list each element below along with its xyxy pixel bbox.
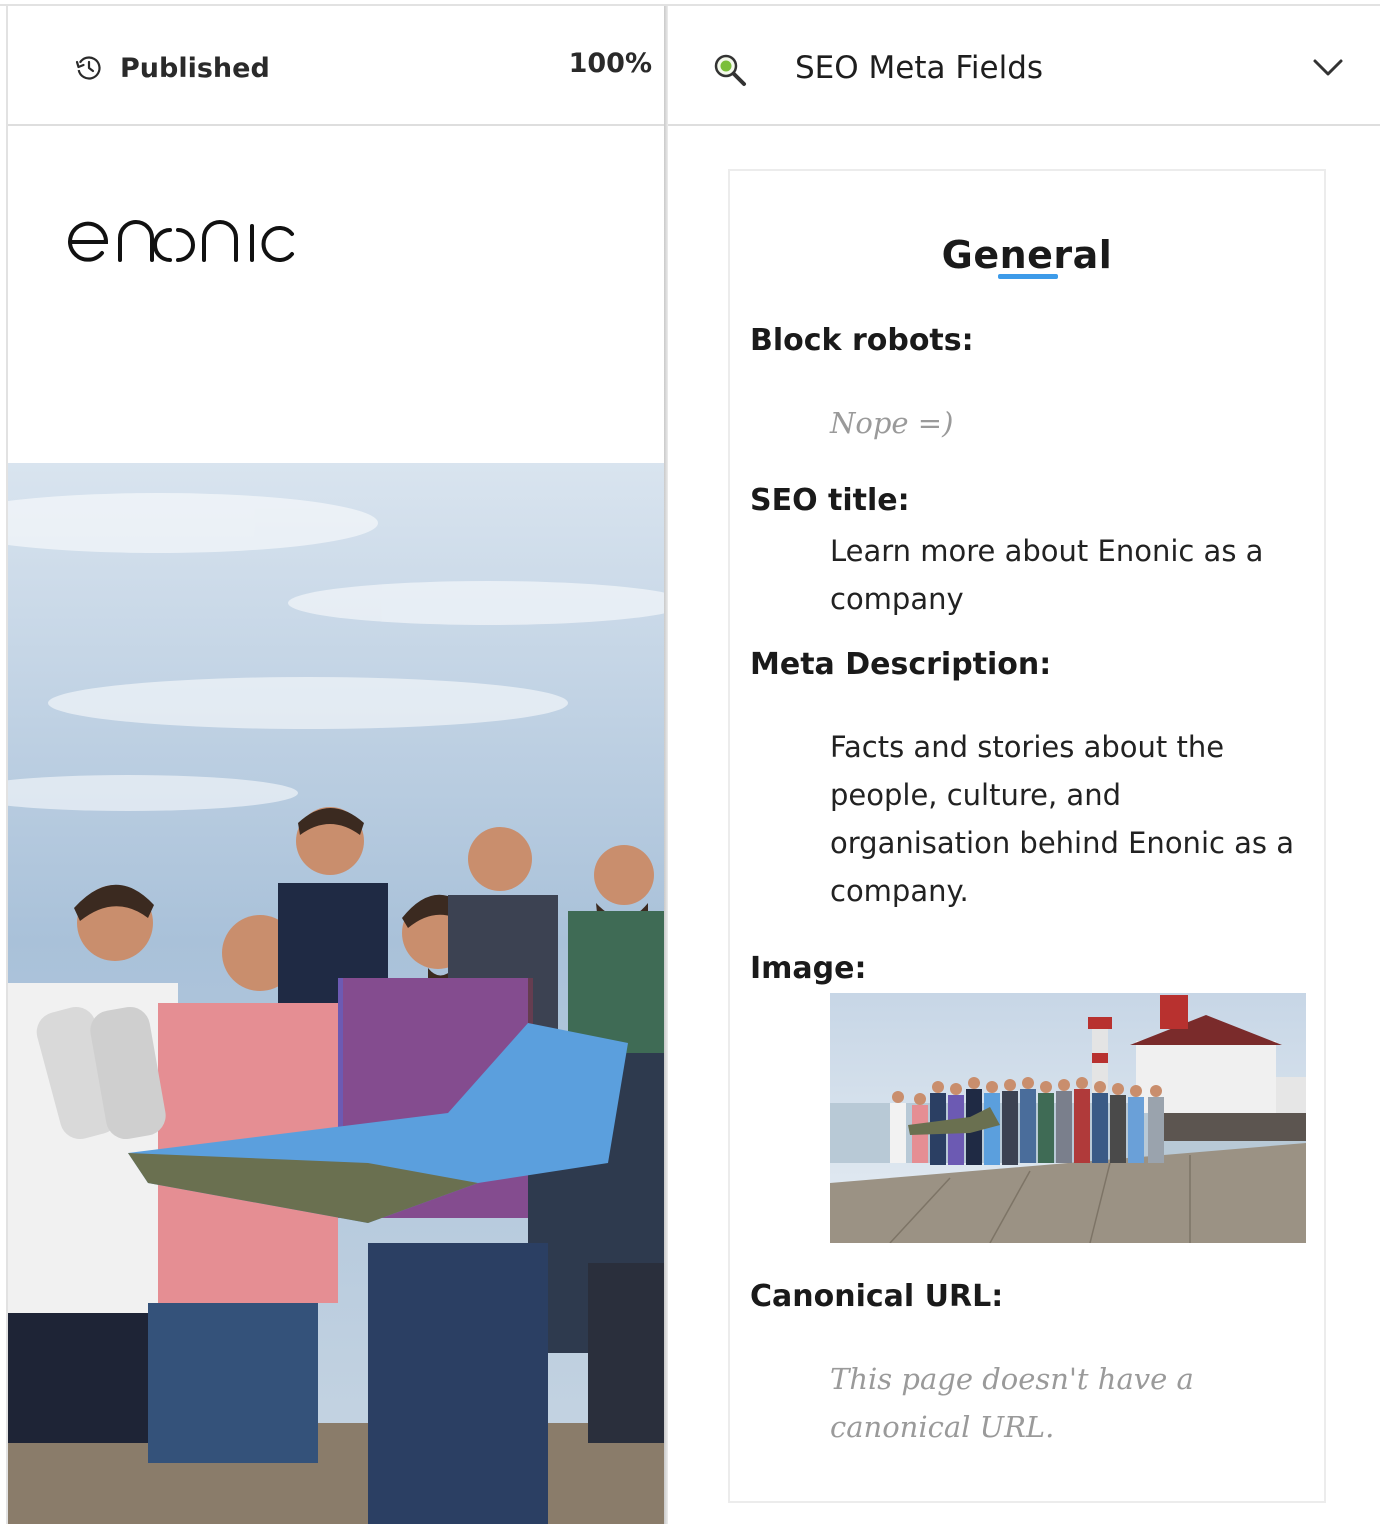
block-robots-label: Block robots:: [750, 323, 974, 358]
seo-title-label: SEO title:: [750, 483, 910, 518]
heading-underline: [998, 274, 1058, 279]
history-icon: [75, 56, 101, 80]
seo-panel-title: SEO Meta Fields: [795, 50, 1044, 86]
image-label: Image:: [750, 951, 867, 986]
preview-pane: Published 100%: [8, 6, 666, 1524]
section-heading: General: [941, 233, 1113, 277]
seo-title-value: Learn more about Enonic as a company: [830, 534, 1264, 616]
seo-meta-panel: SEO Meta Fields General Block robots: No…: [668, 6, 1380, 1524]
meta-description-value: Facts and stories about the people, cult…: [830, 730, 1295, 908]
chevron-down-icon[interactable]: [1312, 56, 1344, 78]
meta-description-label: Meta Description:: [750, 647, 1052, 682]
preview-toolbar: Published 100%: [8, 6, 666, 126]
seo-magnifier-icon: [714, 54, 746, 86]
canonical-url-label: Canonical URL:: [750, 1279, 1004, 1314]
canonical-url-value: This page doesn't have a canonical URL.: [830, 1362, 1194, 1444]
enonic-logo[interactable]: [66, 204, 296, 274]
publish-status-label: Published: [120, 52, 270, 84]
block-robots-value: Nope =): [830, 406, 954, 440]
seo-panel-header[interactable]: SEO Meta Fields: [668, 6, 1380, 126]
seo-image-thumbnail[interactable]: [830, 993, 1306, 1243]
seo-general-card: General Block robots: Nope =) SEO title:…: [728, 169, 1326, 1503]
hero-team-photo: [8, 463, 666, 1524]
publish-status-button[interactable]: Published: [74, 46, 270, 90]
zoom-level[interactable]: 100%: [569, 48, 652, 79]
